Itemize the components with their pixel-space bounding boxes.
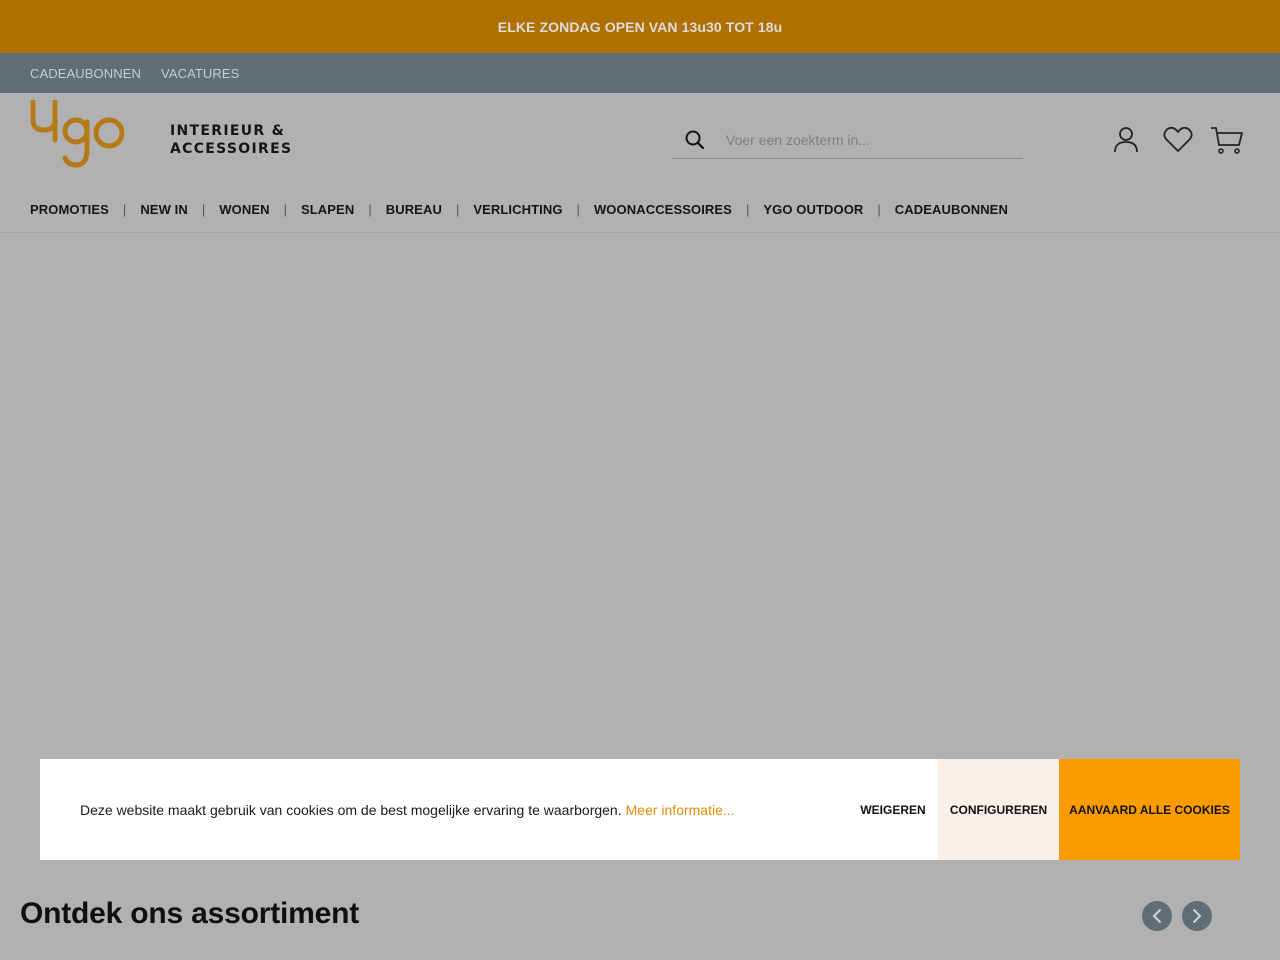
top-links-bar: CADEAUBONNEN VACATURES: [0, 53, 1280, 93]
carousel-prev-button[interactable]: [1142, 901, 1172, 931]
site-header: INTERIEUR & ACCESSOIRES PROMOTIES: [0, 93, 1280, 233]
nav-separator: |: [201, 201, 206, 217]
search-bar: [672, 122, 1023, 159]
nav-item-verlichting[interactable]: VERLICHTING: [473, 202, 562, 217]
chevron-left-icon: [1153, 909, 1161, 923]
nav-separator: |: [877, 201, 881, 217]
nav-separator: |: [576, 201, 580, 217]
nav-item-ygo-outdoor[interactable]: YGO OUTDOOR: [763, 202, 863, 217]
chevron-right-icon: [1193, 909, 1201, 923]
cookie-more-info-link[interactable]: Meer informatie...: [626, 802, 735, 818]
nav-item-promoties[interactable]: PROMOTIES: [30, 202, 109, 217]
nav-item-wonen[interactable]: WONEN: [219, 202, 269, 217]
section-title: Ontdek ons assortiment: [20, 897, 360, 930]
user-icon[interactable]: [1112, 125, 1140, 155]
nav-separator: |: [455, 201, 460, 217]
nav-separator: |: [283, 201, 287, 217]
heart-icon[interactable]: [1163, 125, 1193, 155]
cookie-banner: Deze website maakt gebruik van cookies o…: [40, 759, 1240, 860]
site-logo[interactable]: INTERIEUR & ACCESSOIRES: [30, 100, 291, 170]
cookie-refuse-button[interactable]: WEIGEREN: [848, 759, 938, 860]
cookie-message-text: Deze website maakt gebruik van cookies o…: [80, 801, 622, 818]
promo-bar: ELKE ZONDAG OPEN VAN 13u30 TOT 18u: [0, 0, 1280, 53]
nav-separator: |: [122, 201, 127, 217]
nav-item-cadeaubonnen[interactable]: CADEAUBONNEN: [895, 202, 1008, 217]
search-input[interactable]: [726, 132, 996, 148]
nav-separator: |: [368, 201, 372, 217]
top-link-vacatures[interactable]: VACATURES: [161, 66, 239, 81]
search-icon[interactable]: [684, 129, 706, 151]
nav-separator: |: [745, 201, 750, 217]
top-link-cadeaubonnen[interactable]: CADEAUBONNEN: [30, 66, 141, 81]
carousel-next-button[interactable]: [1182, 901, 1212, 931]
cookie-message: Deze website maakt gebruik van cookies o…: [80, 759, 735, 860]
main-nav: PROMOTIES | NEW IN | WONEN | SLAPEN | BU…: [30, 197, 1008, 221]
nav-item-woonaccessoires[interactable]: WOONACCESSOIRES: [594, 202, 732, 217]
nav-item-slapen[interactable]: SLAPEN: [301, 202, 354, 217]
logo-line-2: ACCESSOIRES: [170, 141, 293, 157]
cart-icon[interactable]: [1210, 125, 1244, 155]
nav-item-new-in[interactable]: NEW IN: [140, 202, 188, 217]
logo-line-1: INTERIEUR &: [170, 123, 286, 139]
cookie-configure-button[interactable]: CONFIGUREREN: [938, 759, 1059, 860]
nav-item-bureau[interactable]: BUREAU: [386, 202, 442, 217]
logo-wordmark: INTERIEUR & ACCESSOIRES: [170, 122, 292, 158]
logo-ygo-mark: [30, 100, 125, 168]
promo-text: ELKE ZONDAG OPEN VAN 13u30 TOT 18u: [497, 18, 783, 35]
cookie-accept-all-button[interactable]: AANVAARD ALLE COOKIES: [1059, 759, 1240, 860]
